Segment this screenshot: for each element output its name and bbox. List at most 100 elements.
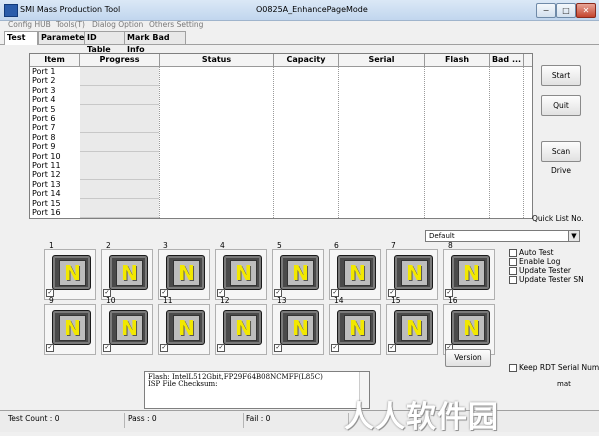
auto-test-checkbox[interactable] (509, 249, 517, 257)
port-tile[interactable]: 15 N ✓ (386, 296, 438, 355)
tab-mark-bad-info[interactable]: Mark Bad Info (124, 31, 186, 54)
version-button[interactable]: Version (445, 349, 491, 367)
close-button[interactable]: ✕ (576, 3, 596, 18)
port-tile[interactable]: 10 N ✓ (101, 296, 153, 355)
port-number-label: 5 (277, 241, 282, 250)
drive-status-icon: N (223, 310, 262, 345)
drive-status-glyph: N (116, 315, 143, 341)
drive-status-glyph: N (287, 260, 314, 286)
enable-log-checkbox[interactable] (509, 258, 517, 266)
port-tile[interactable]: 2 N ✓ (101, 241, 153, 300)
menu-dialog-option[interactable]: Dialog Option (92, 20, 143, 29)
quit-button[interactable]: Quit (541, 95, 581, 116)
test-count-status: Test Count : 0 (8, 414, 60, 423)
drive-status-glyph: N (458, 260, 485, 286)
table-row-label[interactable]: Port 4 (32, 95, 56, 104)
table-row-label[interactable]: Port 10 (32, 152, 61, 161)
port-number-label: 7 (391, 241, 396, 250)
info-log-box[interactable]: Flash: IntelL512Gbit,FP29F64B08NCMFF(L85… (144, 371, 370, 409)
port-number-label: 6 (334, 241, 339, 250)
table-row-label[interactable]: Port 5 (32, 105, 56, 114)
port-enable-checkbox[interactable]: ✓ (274, 344, 282, 352)
minimize-button[interactable]: − (536, 3, 556, 18)
column-divider (489, 66, 490, 218)
table-header: Item Progress Status Capacity Serial Fla… (30, 54, 532, 67)
table-row-label[interactable]: Port 12 (32, 170, 61, 179)
drive-status-glyph: N (458, 315, 485, 341)
drive-status-icon: N (166, 255, 205, 290)
column-header-serial[interactable]: Serial (339, 54, 425, 66)
table-row-label[interactable]: Port 15 (32, 199, 61, 208)
port-tile[interactable]: 11 N ✓ (158, 296, 210, 355)
column-divider (338, 66, 339, 218)
port-status-table: Item Progress Status Capacity Serial Fla… (29, 53, 533, 219)
update-tester-checkbox[interactable] (509, 267, 517, 275)
port-tile[interactable]: 12 N ✓ (215, 296, 267, 355)
column-header-bad[interactable]: Bad ... (490, 54, 524, 66)
progress-cell (80, 208, 159, 218)
app-icon (4, 4, 18, 17)
column-header-flash[interactable]: Flash (425, 54, 490, 66)
port-tile[interactable]: 8 N ✓ (443, 241, 495, 300)
column-divider (523, 66, 524, 218)
menu-others-setting[interactable]: Others Setting (149, 20, 203, 29)
port-enable-checkbox[interactable]: ✓ (331, 344, 339, 352)
port-enable-checkbox[interactable]: ✓ (46, 344, 54, 352)
keep-rdt-checkbox[interactable] (509, 364, 517, 372)
port-tile[interactable]: 5 N ✓ (272, 241, 324, 300)
port-tile[interactable]: 1 N ✓ (44, 241, 96, 300)
port-tile[interactable]: 16 N ✓ (443, 296, 495, 355)
drive-status-icon: N (280, 255, 319, 290)
status-divider (124, 413, 125, 428)
table-row-label[interactable]: Port 14 (32, 189, 61, 198)
tab-parameter[interactable]: Parameter (38, 31, 88, 44)
drive-status-icon: N (52, 255, 91, 290)
port-enable-checkbox[interactable]: ✓ (103, 344, 111, 352)
table-row-label[interactable]: Port 6 (32, 114, 56, 123)
port-enable-checkbox[interactable]: ✓ (160, 344, 168, 352)
drive-status-glyph: N (59, 315, 86, 341)
table-row-label[interactable]: Port 1 (32, 67, 56, 76)
column-header-progress[interactable]: Progress (80, 54, 160, 66)
port-tile[interactable]: 14 N ✓ (329, 296, 381, 355)
column-header-item[interactable]: Item (30, 54, 80, 66)
tab-test[interactable]: Test (4, 31, 38, 45)
update-tester-sn-checkbox[interactable] (509, 276, 517, 284)
scan-drive-button[interactable]: Scan Drive (541, 141, 581, 175)
tab-id-table[interactable]: ID Table (84, 31, 126, 54)
port-tile[interactable]: 3 N ✓ (158, 241, 210, 300)
start-button[interactable]: Start (541, 65, 581, 86)
title-bar: SMI Mass Production Tool O0825A_EnhanceP… (0, 0, 599, 21)
chevron-down-icon[interactable]: ▼ (568, 231, 579, 241)
port-enable-checkbox[interactable]: ✓ (388, 344, 396, 352)
port-number-label: 8 (448, 241, 453, 250)
table-row-label[interactable]: Port 7 (32, 123, 56, 132)
table-row-label[interactable]: Port 16 (32, 208, 61, 217)
port-tile[interactable]: 13 N ✓ (272, 296, 324, 355)
table-row-label[interactable]: Port 2 (32, 76, 56, 85)
column-divider (159, 66, 160, 218)
port-number-label: 2 (106, 241, 111, 250)
drive-status-icon: N (394, 255, 433, 290)
drive-status-icon: N (166, 310, 205, 345)
port-tile[interactable]: 4 N ✓ (215, 241, 267, 300)
table-row-label[interactable]: Port 3 (32, 86, 56, 95)
column-header-status[interactable]: Status (160, 54, 274, 66)
port-tile[interactable]: 6 N ✓ (329, 241, 381, 300)
partial-label: mat (557, 380, 571, 388)
port-number-label: 4 (220, 241, 225, 250)
column-header-capacity[interactable]: Capacity (274, 54, 339, 66)
isp-checksum-text: ISP File Checksum: (148, 380, 218, 388)
fail-count-status: Fail : 0 (246, 414, 271, 423)
drive-status-icon: N (451, 310, 490, 345)
port-tile[interactable]: 9 N ✓ (44, 296, 96, 355)
menu-config-hub[interactable]: Config HUB (8, 20, 51, 29)
port-tile[interactable]: 7 N ✓ (386, 241, 438, 300)
table-row-label[interactable]: Port 8 (32, 133, 56, 142)
maximize-button[interactable]: □ (556, 3, 576, 18)
table-row-label[interactable]: Port 9 (32, 142, 56, 151)
table-row-label[interactable]: Port 11 (32, 161, 61, 170)
menu-tools[interactable]: Tools(T) (56, 20, 85, 29)
port-enable-checkbox[interactable]: ✓ (217, 344, 225, 352)
table-row-label[interactable]: Port 13 (32, 180, 61, 189)
